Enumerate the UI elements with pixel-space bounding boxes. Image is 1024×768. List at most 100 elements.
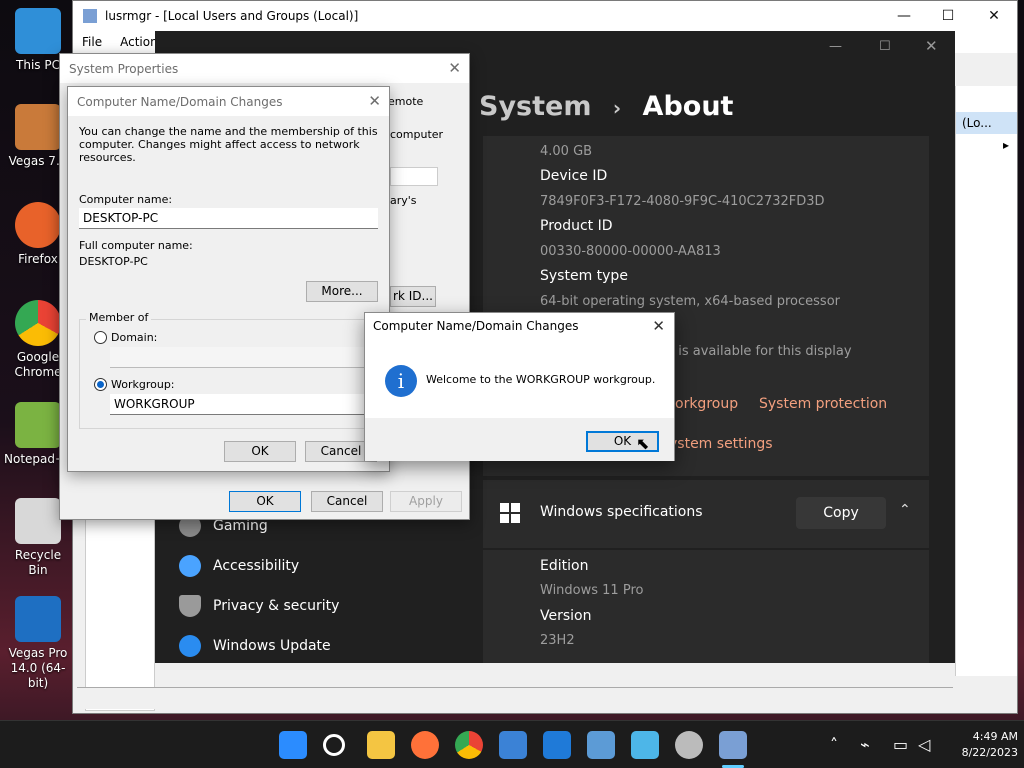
tab-remote[interactable]: emote xyxy=(388,95,423,108)
display-icon[interactable]: ▭ xyxy=(893,735,908,754)
windows-spec-title: Windows specifications xyxy=(540,504,703,520)
settings-gear-icon[interactable] xyxy=(675,731,703,759)
mouse-cursor-icon: ⬉ xyxy=(636,434,650,453)
close-button[interactable]: ✕ xyxy=(971,1,1017,31)
workgroup-input[interactable]: WORKGROUP xyxy=(110,394,365,415)
device-id-value: 7849F0F3-F172-4080-9F9C-410C2732FD3D xyxy=(540,194,825,209)
domain-radio[interactable] xyxy=(94,331,107,344)
nav-item-accessibility[interactable]: Accessibility xyxy=(179,555,299,577)
message-text: Welcome to the WORKGROUP workgroup. xyxy=(426,373,656,386)
workgroup-radio[interactable] xyxy=(94,378,107,391)
product-id-label: Product ID xyxy=(540,218,613,234)
file-explorer-icon[interactable] xyxy=(367,731,395,759)
nav-item-privacy[interactable]: Privacy & security xyxy=(179,595,339,617)
breadcrumb-current: About xyxy=(642,91,734,122)
network-icon[interactable]: ⌁ xyxy=(860,735,870,754)
app-icon[interactable] xyxy=(543,731,571,759)
advanced-system-settings-link[interactable]: ystem settings xyxy=(669,436,773,452)
update-icon xyxy=(179,635,201,657)
menu-file[interactable]: File xyxy=(73,35,111,49)
firefox-icon xyxy=(15,202,61,248)
nav-label: Gaming xyxy=(213,518,268,534)
clock-time: 4:49 AM xyxy=(972,730,1018,743)
lusrmgr-icon[interactable] xyxy=(719,731,747,759)
edition-label: Edition xyxy=(540,558,589,574)
taskbar: ˄ ⌁ ▭ ◁ 4:49 AM 8/22/2023 xyxy=(0,720,1024,768)
volume-icon[interactable]: ◁ xyxy=(918,735,930,754)
monitor-icon xyxy=(15,8,61,54)
start-icon[interactable] xyxy=(279,731,307,759)
vegas-pro-icon xyxy=(15,596,61,642)
cn-close-icon[interactable]: ✕ xyxy=(368,92,381,110)
clock[interactable]: 4:49 AM 8/22/2023 xyxy=(950,729,1018,761)
info-icon: i xyxy=(385,365,417,397)
chevron-up-icon[interactable]: ⌃ xyxy=(899,502,911,518)
nav-label: Accessibility xyxy=(213,558,300,574)
vegas-icon xyxy=(15,104,61,150)
sysprops-cancel-button[interactable]: Cancel xyxy=(311,491,383,512)
version-value: 23H2 xyxy=(540,633,575,648)
minimize-button[interactable]: — xyxy=(881,1,927,31)
chevron-up-icon[interactable]: ˄ xyxy=(830,735,838,754)
settings-close-button[interactable]: ✕ xyxy=(925,37,938,55)
message-close-icon[interactable]: ✕ xyxy=(652,317,665,335)
windows-spec-header[interactable]: Windows specifications Copy ⌃ xyxy=(483,480,929,548)
chevron-right-icon[interactable]: ▸ xyxy=(956,138,1017,152)
maximize-button[interactable]: ☐ xyxy=(925,1,971,31)
page-title: System › About xyxy=(479,91,733,122)
network-id-button[interactable]: rk ID... xyxy=(390,286,436,307)
sysprops-ok-button[interactable]: OK xyxy=(229,491,301,512)
nav-item-windows-update[interactable]: Windows Update xyxy=(179,635,331,657)
chrome-icon xyxy=(15,300,61,346)
message-title: Computer Name/Domain Changes xyxy=(373,319,579,333)
system-type-value: 64-bit operating system, x64-based proce… xyxy=(540,294,840,309)
sysprops-desc-fragment: computer xyxy=(390,128,444,141)
domain-label: Domain: xyxy=(111,331,158,344)
edition-value: Windows 11 Pro xyxy=(540,583,644,598)
nav-label: Privacy & security xyxy=(213,598,340,614)
sysprops-close-icon[interactable]: ✕ xyxy=(448,59,461,77)
notepadpp-icon xyxy=(15,402,61,448)
workgroup-label: Workgroup: xyxy=(111,378,175,391)
desktop-icon-label: Recycle Bin xyxy=(14,548,62,577)
sysprops-title: System Properties xyxy=(60,54,469,83)
search-icon[interactable] xyxy=(323,734,345,756)
computer-description-input[interactable] xyxy=(390,167,438,186)
member-of-label: Member of xyxy=(86,311,152,324)
vegas-icon[interactable] xyxy=(499,731,527,759)
lusrmgr-statusbar xyxy=(77,687,953,709)
lusrmgr-app-icon xyxy=(83,9,97,23)
firefox-icon[interactable] xyxy=(411,731,439,759)
cn-dialog-title: Computer Name/Domain Changes xyxy=(68,87,389,116)
actions-header[interactable]: (Lo... xyxy=(956,112,1017,134)
pen-touch-value: t is available for this display xyxy=(669,344,852,359)
computer-name-input[interactable]: DESKTOP-PC xyxy=(79,208,378,229)
chrome-icon[interactable] xyxy=(455,731,483,759)
shield-icon xyxy=(179,595,201,617)
domain-workgroup-link[interactable]: orkgroup xyxy=(675,396,738,412)
recycle-bin-icon xyxy=(15,498,61,544)
cn-ok-button[interactable]: OK xyxy=(224,441,296,462)
welcome-message-dialog: Computer Name/Domain Changes ✕ i Welcome… xyxy=(364,312,675,461)
full-name-value: DESKTOP-PC xyxy=(79,255,148,268)
monitor-icon[interactable] xyxy=(631,731,659,759)
clock-date: 8/22/2023 xyxy=(961,746,1018,759)
settings-minimize-button[interactable]: — xyxy=(829,39,842,54)
desktop-icon-vegas14[interactable]: Vegas Pro 14.0 (64-bit) xyxy=(4,596,72,691)
breadcrumb-parent[interactable]: System xyxy=(479,91,591,122)
breadcrumb-separator: › xyxy=(612,96,622,120)
control-panel-icon[interactable] xyxy=(587,731,615,759)
product-id-value: 00330-80000-00000-AA813 xyxy=(540,244,721,259)
copy-button[interactable]: Copy xyxy=(796,497,886,529)
more-button[interactable]: More... xyxy=(306,281,378,302)
lusrmgr-actions-pane: (Lo... ▸ xyxy=(955,86,1017,676)
sysprops-apply-button: Apply xyxy=(390,491,462,512)
windows-spec-details: Edition Windows 11 Pro Version 23H2 xyxy=(483,550,929,663)
settings-maximize-button[interactable]: ☐ xyxy=(879,39,891,54)
system-protection-link[interactable]: System protection xyxy=(759,396,887,412)
lusrmgr-title: lusrmgr - [Local Users and Groups (Local… xyxy=(105,9,359,23)
windows-logo-icon xyxy=(500,503,520,523)
cn-description: You can change the name and the membersh… xyxy=(79,125,378,164)
accessibility-icon xyxy=(179,555,201,577)
sysprops-label-fragment: ary's xyxy=(390,194,417,207)
